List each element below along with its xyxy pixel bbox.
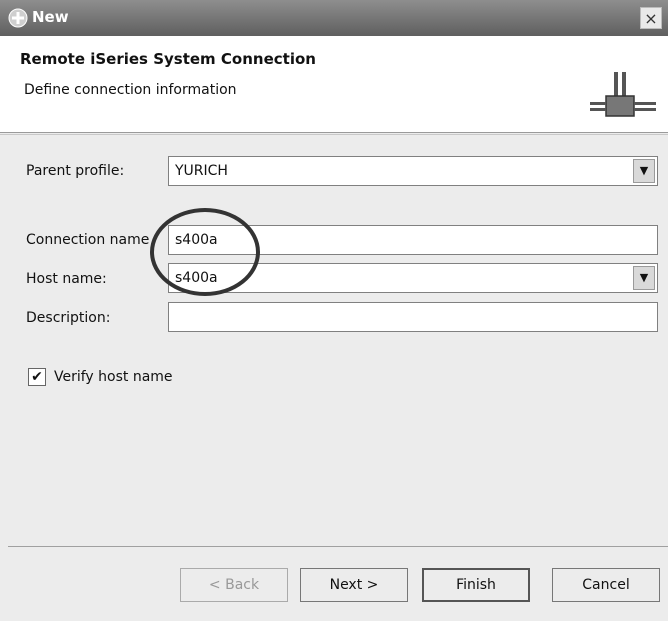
cancel-button[interactable]: Cancel <box>552 568 660 602</box>
window-title: New <box>32 8 69 26</box>
wizard-header: Remote iSeries System Connection Define … <box>0 36 668 133</box>
next-button[interactable]: Next > <box>300 568 408 602</box>
description-field[interactable] <box>168 302 658 332</box>
connection-name-label: Connection name <box>26 232 150 248</box>
verify-host-label[interactable]: Verify host name <box>54 369 173 385</box>
close-icon: × <box>644 9 658 28</box>
connection-plug-icon <box>590 72 656 117</box>
description-label: Description: <box>26 310 111 326</box>
title-bar: New × <box>0 0 668 36</box>
parent-profile-label: Parent profile: <box>26 163 125 179</box>
check-icon: ✔ <box>31 369 43 385</box>
page-description: Define connection information <box>24 82 237 98</box>
finish-button[interactable]: Finish <box>422 568 530 602</box>
host-name-label: Host name: <box>26 271 107 287</box>
verify-host-checkbox[interactable]: ✔ <box>28 368 46 386</box>
close-button[interactable]: × <box>640 7 662 29</box>
new-wizard-icon <box>8 8 28 28</box>
parent-profile-value: YURICH <box>175 163 228 179</box>
chevron-down-icon[interactable]: ▼ <box>633 266 655 290</box>
highlight-annotation <box>150 208 260 296</box>
back-button[interactable]: < Back <box>180 568 288 602</box>
parent-profile-combo[interactable]: YURICH ▼ <box>168 156 658 186</box>
chevron-down-icon[interactable]: ▼ <box>633 159 655 183</box>
header-divider <box>0 134 668 135</box>
button-bar-divider <box>8 546 668 547</box>
page-title: Remote iSeries System Connection <box>20 50 316 68</box>
